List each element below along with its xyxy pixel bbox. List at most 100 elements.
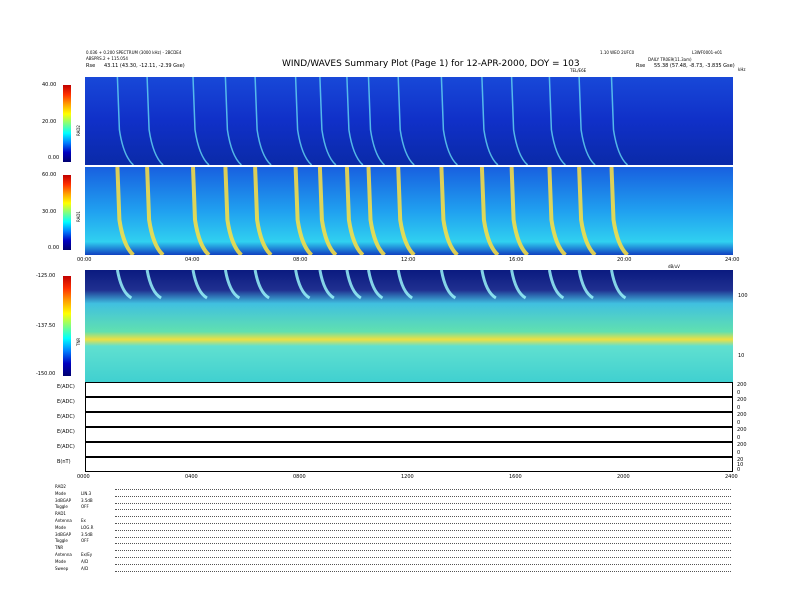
- rad2-cbar-tick: 0.00: [48, 155, 60, 161]
- header-left-line1: 0.036 + 0.200 SPECTRUM (3000 kHz) - 2BCD…: [86, 50, 182, 55]
- tnr-label: TNR: [76, 337, 81, 346]
- line-plot-tick: 0: [737, 467, 741, 473]
- line-plot-tick: 0: [737, 449, 741, 456]
- info-row: Mode LIN.3: [55, 491, 731, 497]
- rad1-colorbar: [63, 175, 71, 250]
- tnr-corner-unit: dB/uV: [668, 264, 680, 269]
- time-tick-label: 1600: [509, 474, 522, 480]
- rad2-label: RAD2: [76, 125, 81, 136]
- info-row: RAD1: [55, 511, 731, 518]
- info-row: 3dBGAP 3.5dB: [55, 532, 731, 538]
- line-plot-box: [85, 457, 733, 472]
- line-plot-box: [85, 397, 733, 412]
- line-plot-tick: 0: [737, 419, 741, 426]
- time-tick-label: 16:00: [509, 257, 524, 263]
- info-row-label: Antenna: [55, 552, 72, 557]
- tnr-colorbar: [63, 276, 71, 376]
- corner-unit: kHz: [738, 67, 746, 72]
- header-right-line1b: L3WF0001-e01: [692, 50, 723, 55]
- header-left-rse-value: 43.11 (43.30, -12.11, -2.39 Gse): [104, 63, 185, 69]
- info-row-value: OFF: [81, 504, 89, 510]
- info-row-value: A/D: [81, 565, 89, 571]
- line-plot-label: E(ADC): [57, 384, 75, 390]
- info-row-value: OFF: [81, 538, 89, 544]
- line-plot-box: [85, 382, 733, 397]
- line-plot-tick: 0: [737, 404, 741, 411]
- info-row-label: RAD1: [55, 511, 66, 517]
- info-row: Toggle OFF: [55, 538, 731, 545]
- info-row-label: Sweep: [55, 565, 69, 571]
- info-row: Antenna Ex/Ey: [55, 552, 731, 558]
- header-right-line1: 1.10 WEO 2UFC0: [600, 50, 635, 55]
- time-tick-label: 2400: [725, 474, 738, 480]
- info-row-label: 3dBGAP: [55, 531, 72, 537]
- info-row-value: 3.5dB: [81, 497, 93, 503]
- line-plot-label: E(ADC): [57, 414, 75, 420]
- rad2-spectrogram: [85, 77, 733, 165]
- time-tick-label: 0800: [293, 474, 306, 480]
- info-row-label: Toggle: [55, 504, 68, 510]
- time-tick-label: 0400: [185, 474, 198, 480]
- line-plot-tick: 200: [737, 412, 747, 418]
- time-tick-label: 08:00: [293, 257, 308, 263]
- line-plots: E(ADC) 200 0 E(ADC) 200 0 E(ADC) 200 0 E(ADC) 200 0…: [55, 382, 755, 473]
- info-row-divider: [115, 570, 731, 572]
- p-rad2-svg: [85, 77, 733, 165]
- tnr-freq-tick: 100: [738, 293, 748, 299]
- rad1-cbar-tick: 30.00: [42, 209, 57, 215]
- info-row-label: 3dBGAP: [55, 497, 72, 503]
- time-tick-label: 24:00: [725, 257, 740, 263]
- info-row-label: Antenna: [55, 518, 72, 523]
- info-row-label: Toggle: [55, 538, 68, 544]
- info-row: Antenna Ex: [55, 518, 731, 524]
- tnr-spectrogram: [85, 270, 733, 382]
- line-plot-label: E(ADC): [57, 429, 75, 435]
- rad1-spectrogram: [85, 167, 733, 255]
- info-row: Mode LOG.R: [55, 525, 731, 531]
- page-title: WIND/WAVES Summary Plot (Page 1) for 12-…: [282, 59, 580, 69]
- time-tick-label: 00:00: [77, 257, 92, 263]
- info-row: TNR: [55, 545, 731, 552]
- line-plot-tick: 200: [737, 382, 747, 388]
- info-row: RAD2: [55, 484, 731, 490]
- line-plot-box: [85, 442, 733, 457]
- line-plot-box: [85, 427, 733, 442]
- rad1-cbar-tick: 60.00: [42, 172, 57, 178]
- time-axis-bottom: 0000 0400 0800 1200 1600 2000 2400: [77, 474, 738, 482]
- rad2-cbar-tick: 20.00: [42, 119, 57, 125]
- tnr-cbar-tick: -125.00: [36, 273, 56, 279]
- line-plot-tick: 0: [737, 389, 741, 396]
- line-plot-tick: 200: [737, 442, 747, 448]
- time-tick-label: 20:00: [617, 257, 632, 263]
- time-tick-label: 0000: [77, 474, 90, 480]
- time-tick-label: 2000: [617, 474, 630, 480]
- info-row-label: Mode: [55, 524, 66, 530]
- info-row-label: Mode: [55, 558, 66, 564]
- instrument-info: RAD2 Mode LIN.3 3dBGAP 3.5dB Toggle OFF RAD1 Ant…: [0, 484, 792, 574]
- p-tnr-svg: [85, 270, 733, 382]
- rad1-cbar-tick: 0.00: [48, 245, 60, 251]
- info-row: Sweep A/D: [55, 566, 731, 572]
- info-row-value: LOG.R: [81, 524, 94, 530]
- line-plot-label: E(ADC): [57, 399, 75, 405]
- line-plot-tick: 200: [737, 427, 747, 433]
- time-axis-top: 00:00 04:00 08:00 12:00 16:00 20:00 24:00: [77, 257, 739, 267]
- line-plot-tick: 200: [737, 397, 747, 403]
- info-row-value: Ex/Ey: [81, 552, 93, 557]
- rad2-cbar-tick: 40.00: [42, 82, 57, 88]
- header-left-line2: ABSPRS.2 + 115.054: [86, 56, 128, 61]
- header-left-rse-label: Rse: [86, 63, 96, 69]
- info-row-value: 3.5dB: [81, 531, 93, 537]
- info-row-label: TNR: [55, 545, 64, 551]
- time-tick-label: 04:00: [185, 257, 200, 263]
- line-plot-tick: 0: [737, 434, 741, 441]
- line-plot-label: B(nT): [57, 459, 71, 465]
- line-plot-box: [85, 412, 733, 427]
- info-row: 3dBGAP 3.5dB: [55, 498, 731, 504]
- info-row-value: A/D: [81, 558, 89, 564]
- info-row-label: RAD2: [55, 484, 66, 489]
- time-tick-label: 1200: [401, 474, 414, 480]
- p-rad1-svg: [85, 167, 733, 255]
- info-row-value: Ex: [81, 518, 86, 523]
- info-row: Mode A/D: [55, 559, 731, 565]
